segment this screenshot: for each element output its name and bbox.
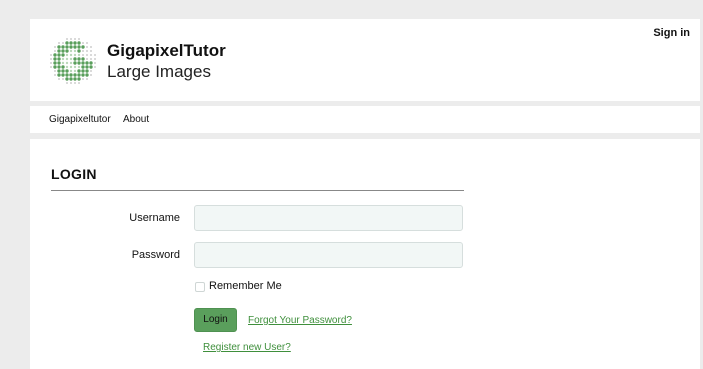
- forgot-password-link[interactable]: Forgot Your Password?: [248, 315, 352, 326]
- nav-item-gigapixeltutor[interactable]: Gigapixeltutor: [49, 114, 111, 125]
- sign-in-link[interactable]: Sign in: [653, 27, 690, 39]
- username-label: Username: [129, 212, 180, 224]
- heading-divider: [51, 190, 464, 191]
- password-input[interactable]: [194, 242, 463, 268]
- remember-me-checkbox[interactable]: [195, 282, 205, 292]
- username-input[interactable]: [194, 205, 463, 231]
- main-nav: Gigapixeltutor About: [30, 106, 700, 133]
- login-panel: LOGIN Username Password Remember Me Logi…: [30, 139, 700, 369]
- top-bar: [0, 0, 703, 14]
- brand-subtitle: Large Images: [107, 62, 211, 81]
- gigapixel-logo-icon: [50, 38, 96, 84]
- register-link[interactable]: Register new User?: [203, 342, 291, 353]
- brand-title: GigapixelTutor: [107, 41, 226, 60]
- login-button[interactable]: Login: [194, 308, 237, 332]
- login-heading: LOGIN: [51, 166, 97, 182]
- site-header: GigapixelTutor Large Images Sign in: [30, 19, 700, 101]
- password-label: Password: [131, 249, 180, 261]
- nav-item-about[interactable]: About: [123, 114, 149, 125]
- remember-me-label[interactable]: Remember Me: [209, 280, 282, 292]
